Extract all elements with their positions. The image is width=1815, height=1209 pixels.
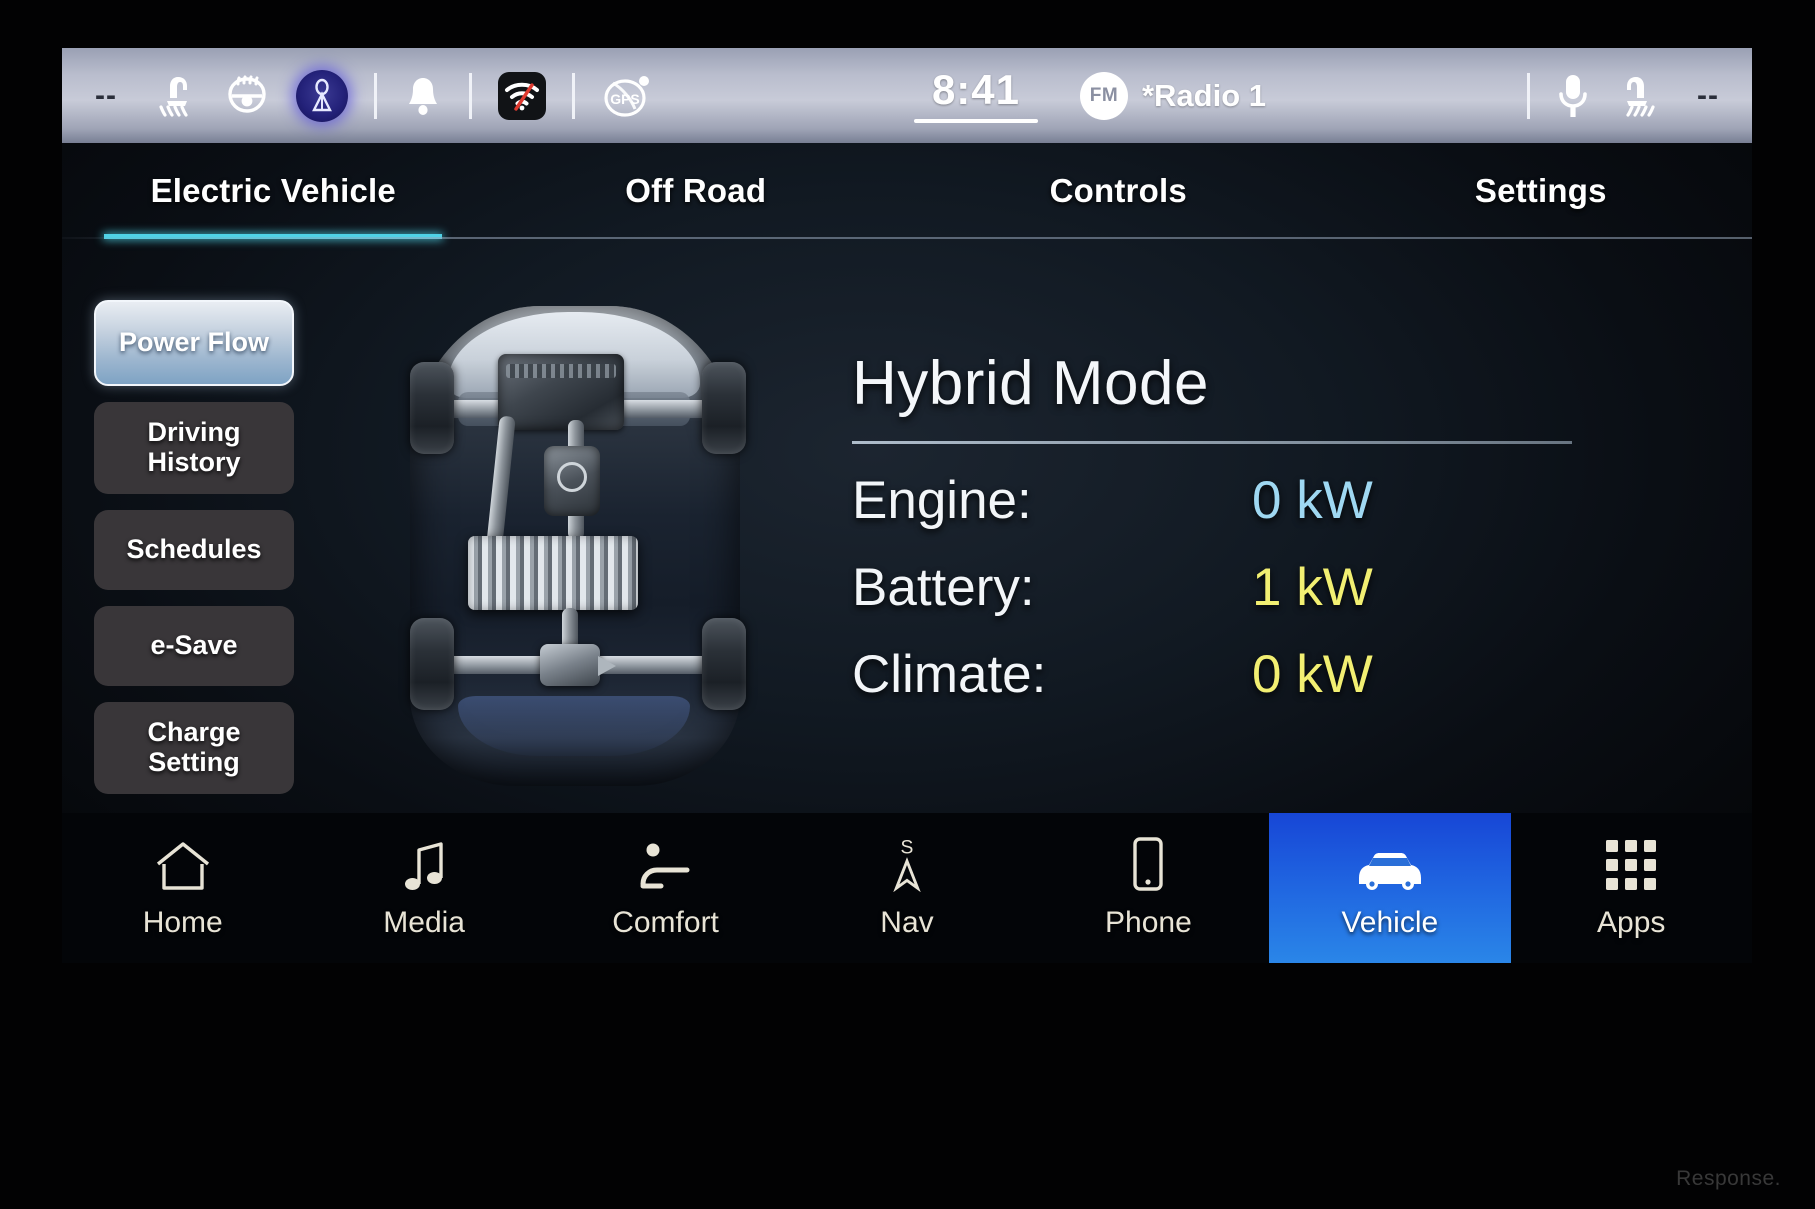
status-bar-center-group: 8:41 FM *Radio 1 xyxy=(653,65,1527,123)
status-bar-right-group: -- xyxy=(1527,72,1730,120)
sidebar-item-label: Power Flow xyxy=(118,327,270,358)
powertrain-diagram xyxy=(362,296,792,796)
now-playing[interactable]: FM *Radio 1 xyxy=(1079,71,1267,120)
driver-profile-icon[interactable] xyxy=(296,69,348,122)
clock[interactable]: 8:41 xyxy=(913,65,1038,123)
compass-north-icon: S xyxy=(887,836,927,892)
battery-value: 1 kW xyxy=(1252,558,1373,617)
nav-label: Comfort xyxy=(612,906,719,939)
tab-off-road[interactable]: Off Road xyxy=(485,143,908,239)
sidebar-item-e-save[interactable]: e-Save xyxy=(94,606,294,686)
gps-icon[interactable]: GPS xyxy=(601,72,653,120)
tab-label: Electric Vehicle xyxy=(150,172,396,209)
nav-item-vehicle[interactable]: Vehicle xyxy=(1269,813,1511,963)
nav-label: Phone xyxy=(1105,906,1192,939)
climate-label: Climate: xyxy=(852,645,1047,704)
ev-sidebar: Power Flow Driving History Schedules e-S… xyxy=(94,300,294,794)
status-bar: -- GPS 8:41 FM *Radio 1 -- xyxy=(62,48,1752,143)
car-hood-highlight xyxy=(458,696,690,756)
wifi-off-icon[interactable] xyxy=(498,71,546,120)
notification-bell-icon[interactable] xyxy=(403,74,443,118)
battery-pack xyxy=(468,536,638,610)
electric-motor-unit xyxy=(544,446,600,516)
fm-badge: FM xyxy=(1079,71,1128,120)
infotainment-screen: -- GPS 8:41 FM *Radio 1 -- Electric Vehi… xyxy=(62,48,1752,963)
climate-value: 0 kW xyxy=(1252,645,1373,704)
sidebar-item-label: e-Save xyxy=(150,630,238,661)
sidebar-item-charge-setting[interactable]: Charge Setting xyxy=(94,702,294,794)
microphone-icon[interactable] xyxy=(1556,72,1590,120)
nav-item-comfort[interactable]: Comfort xyxy=(545,813,786,963)
main-tab-bar: Electric Vehicle Off Road Controls Setti… xyxy=(62,143,1752,239)
status-bar-left-group: -- GPS xyxy=(84,69,653,122)
nav-item-apps[interactable]: Apps xyxy=(1511,813,1752,963)
tab-bar-divider xyxy=(62,237,1752,239)
engine-value: 0 kW xyxy=(1252,471,1373,530)
power-flow-info-panel: Hybrid Mode Engine: 0 kW Battery: 1 kW C… xyxy=(852,348,1572,705)
apps-grid-icon xyxy=(1604,836,1658,892)
sidebar-item-driving-history[interactable]: Driving History xyxy=(94,402,294,494)
nav-label: Vehicle xyxy=(1341,906,1439,939)
left-temperature-indicator: -- xyxy=(95,78,117,112)
heated-seat-right-icon[interactable] xyxy=(1616,73,1660,119)
tab-label: Settings xyxy=(1474,172,1607,209)
nav-label: Nav xyxy=(880,906,934,939)
tab-label: Off Road xyxy=(625,172,767,209)
clock-underline xyxy=(913,118,1038,123)
nav-item-home[interactable]: Home xyxy=(62,813,303,963)
engine-label: Engine: xyxy=(852,471,1032,530)
watermark: Response. xyxy=(1676,1167,1781,1190)
sidebar-item-label: Driving History xyxy=(147,417,241,477)
drive-mode-title: Hybrid Mode xyxy=(852,349,1209,418)
phone-icon xyxy=(1128,836,1168,892)
nav-item-nav[interactable]: S Nav xyxy=(786,813,1027,963)
svg-text:S: S xyxy=(901,837,914,858)
sidebar-item-power-flow[interactable]: Power Flow xyxy=(94,300,294,386)
info-row-battery: Battery: 1 kW xyxy=(852,557,1572,618)
home-icon xyxy=(154,836,212,892)
sidebar-item-label: Charge Setting xyxy=(147,717,241,777)
status-divider-1 xyxy=(374,72,377,119)
right-temperature-indicator: -- xyxy=(1697,78,1719,112)
front-left-wheel xyxy=(410,362,454,454)
nav-label: Apps xyxy=(1597,906,1666,939)
front-right-wheel xyxy=(702,362,746,454)
rear-right-wheel xyxy=(702,618,746,710)
nav-label: Media xyxy=(383,906,465,939)
vehicle-car-icon xyxy=(1353,836,1427,892)
radio-station-name: *Radio 1 xyxy=(1141,77,1267,113)
sidebar-item-schedules[interactable]: Schedules xyxy=(94,510,294,590)
nav-item-media[interactable]: Media xyxy=(303,813,544,963)
seat-comfort-icon xyxy=(637,836,695,892)
info-row-engine: Engine: 0 kW xyxy=(852,470,1572,531)
battery-label: Battery: xyxy=(852,558,1035,617)
sidebar-item-label: Schedules xyxy=(126,534,262,565)
nav-item-phone[interactable]: Phone xyxy=(1028,813,1269,963)
nav-label: Home xyxy=(142,906,223,939)
tab-electric-vehicle[interactable]: Electric Vehicle xyxy=(62,143,485,239)
rear-left-wheel xyxy=(410,618,454,710)
bottom-navigation-bar: Home Media Comfort S Nav Phone Vehicle A… xyxy=(62,813,1752,963)
tab-controls[interactable]: Controls xyxy=(907,143,1330,239)
info-panel-divider xyxy=(852,441,1572,444)
status-divider-3 xyxy=(572,72,575,119)
engine-block xyxy=(498,354,624,430)
rear-differential xyxy=(540,644,616,686)
heated-seat-left-icon[interactable] xyxy=(154,73,198,119)
status-divider-2 xyxy=(469,72,472,119)
svg-text:GPS: GPS xyxy=(610,91,640,107)
tab-label: Controls xyxy=(1049,172,1187,209)
status-divider-4 xyxy=(1527,72,1530,119)
info-row-climate: Climate: 0 kW xyxy=(852,644,1572,705)
music-note-icon xyxy=(401,836,447,892)
tab-settings[interactable]: Settings xyxy=(1330,143,1753,239)
heated-steering-wheel-icon[interactable] xyxy=(224,74,270,118)
clock-time: 8:41 xyxy=(931,65,1021,113)
infotainment-photo: -- GPS 8:41 FM *Radio 1 -- Electric Vehi… xyxy=(0,0,1815,1209)
